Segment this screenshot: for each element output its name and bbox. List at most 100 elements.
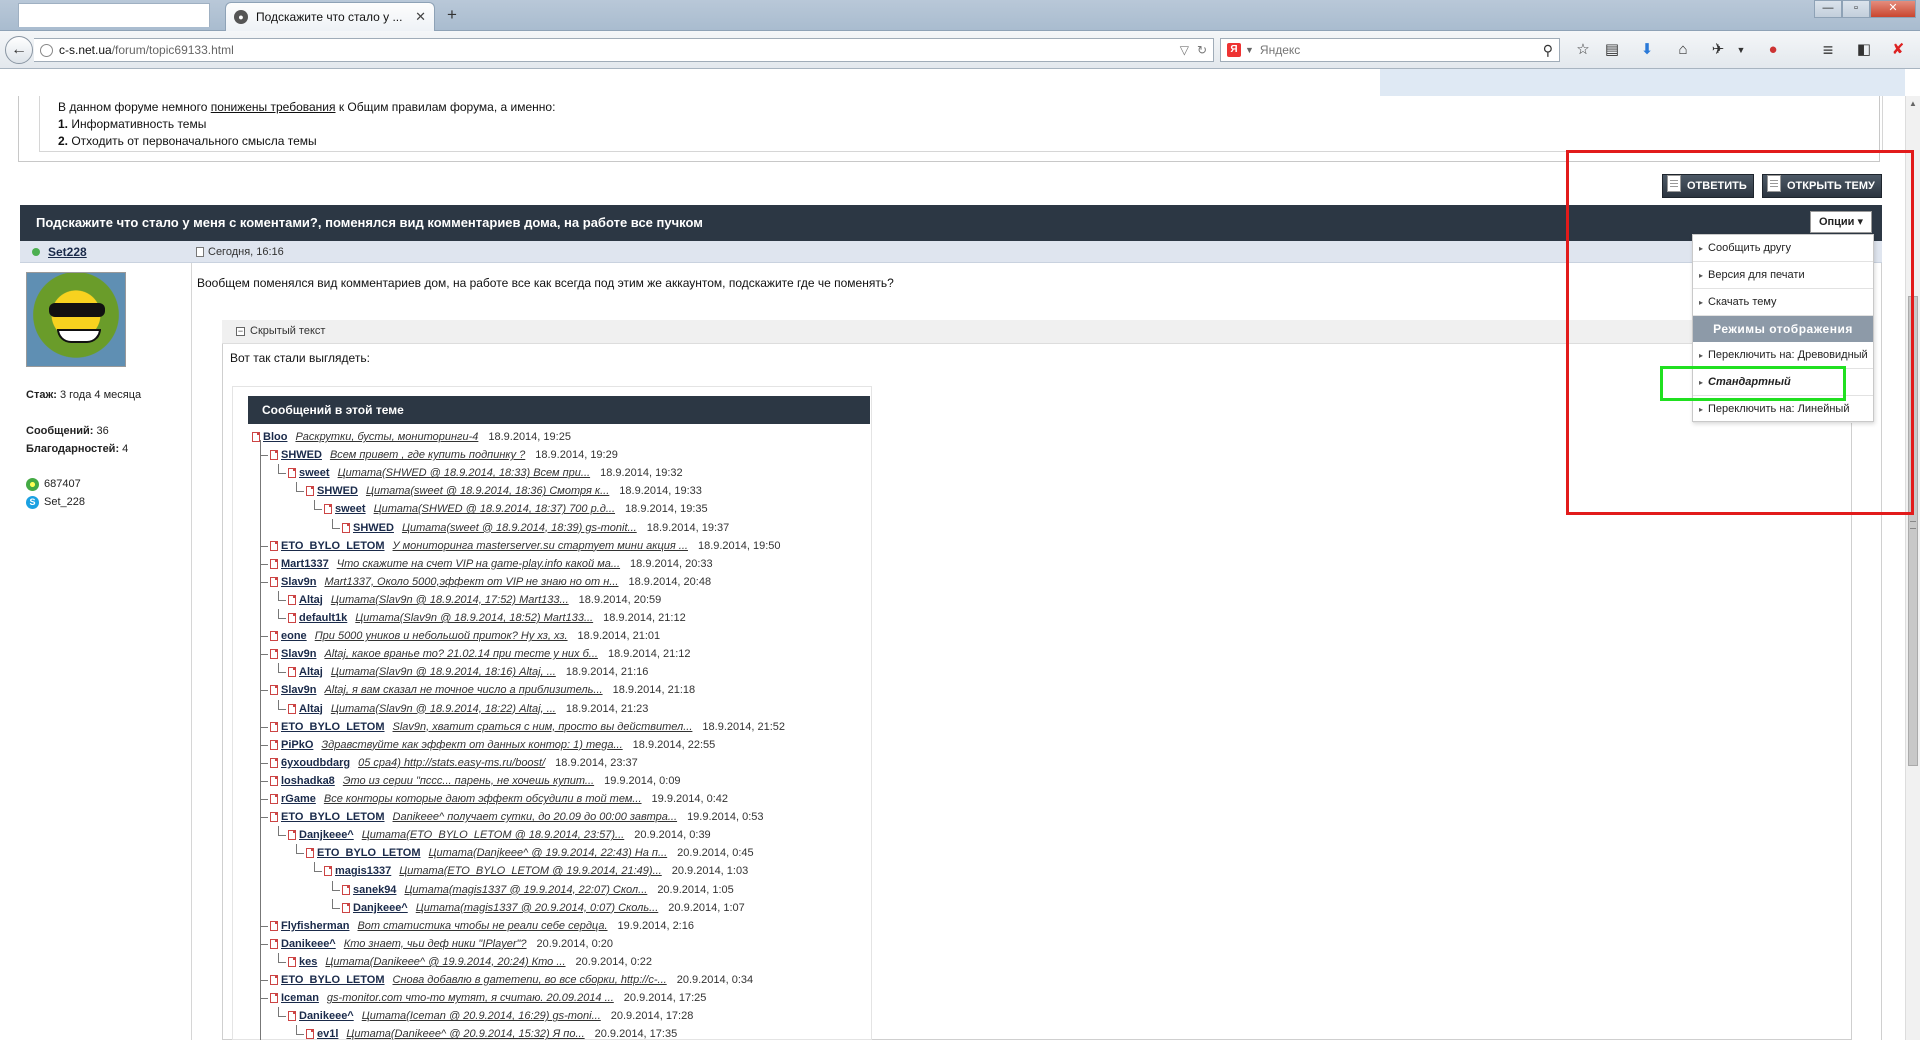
home-icon[interactable]: ⌂ [1672,39,1694,61]
tree-row-text[interactable]: Цитата(Danjkeee^ @ 19.9.2014, 22:43) На … [429,847,668,859]
tree-row-author[interactable]: ETO_BYLO_LETOM [281,974,385,986]
tree-row-text[interactable]: Цитата(SHWED @ 18.9.2014, 18:33) Всем пр… [338,467,591,479]
reading-list-icon[interactable]: ▤ [1601,39,1623,61]
post-author[interactable]: Set228 [48,245,87,259]
tree-row-text[interactable]: Цитата(magis1337 @ 20.9.2014, 0:07) Скол… [416,902,659,914]
tree-row-text[interactable]: Цитата(Slav9n @ 18.9.2014, 18:52) Mart13… [355,612,593,624]
tree-row-author[interactable]: magis1337 [335,865,391,877]
minimize-button[interactable]: — [1814,0,1842,18]
tree-row-author[interactable]: ev1l [317,1028,338,1040]
tree-row-author[interactable]: Slav9n [281,684,316,696]
scroll-up-icon[interactable]: ▲ [1909,99,1917,108]
yandex-icon[interactable]: Я [1227,43,1241,57]
tree-row-author[interactable]: SHWED [281,449,322,461]
tree-row-author[interactable]: Slav9n [281,576,316,588]
tree-row-author[interactable]: sweet [335,503,366,515]
url-history-dropdown-icon[interactable]: ▽ [1180,43,1189,57]
tree-row-text[interactable]: Цитата(Slav9n @ 18.9.2014, 17:52) Mart13… [331,594,569,606]
search-icon[interactable]: ⚲ [1543,42,1553,59]
tree-row-text[interactable]: Цитата(ETO_BYLO_LETOM @ 19.9.2014, 21:49… [399,865,661,877]
collapse-icon[interactable]: − [236,327,245,336]
tree-row-text[interactable]: Цитата(magis1337 @ 19.9.2014, 22:07) Ско… [404,884,647,896]
tree-row-text[interactable]: Цитата(ETO_BYLO_LETOM @ 18.9.2014, 23:57… [362,829,624,841]
tree-row-text[interactable]: Вот статистика чтобы не реали себе сердц… [357,920,607,932]
tree-row-text[interactable]: Раскрутки, бусты, мониторинги-4 [295,431,478,443]
tree-row-text[interactable]: Что скажите на счет VIP на game-play.inf… [337,558,620,570]
sidebar-icon[interactable]: ◧ [1853,39,1875,61]
tree-row-text[interactable]: Цитата(Slav9n @ 18.9.2014, 18:22) Altaj,… [331,703,556,715]
tree-row-author[interactable]: ETO_BYLO_LETOM [317,847,421,859]
tree-row-author[interactable]: eone [281,630,307,642]
maximize-button[interactable]: ▫ [1842,0,1870,18]
tree-row-text[interactable]: gs-monitor.com что-то мутят, я считаю. 2… [327,992,614,1004]
tree-row-author[interactable]: SHWED [317,485,358,497]
tree-row-text[interactable]: Все конторы которые дают эффект обсудили… [324,793,642,805]
tree-row-author[interactable]: SHWED [353,522,394,534]
tree-row-author[interactable]: Danikeee^ [281,938,336,950]
download-icon[interactable]: ⬇ [1636,39,1658,61]
rules-link[interactable]: понижены требования [211,100,336,114]
tree-row-author[interactable]: Altaj [299,666,323,678]
tree-row-text[interactable]: Цитата(sweet @ 18.9.2014, 18:39) gs-moni… [402,522,637,534]
menu-icon[interactable]: ≡ [1817,39,1839,61]
tree-row-author[interactable]: Altaj [299,703,323,715]
tree-row-author[interactable]: ETO_BYLO_LETOM [281,540,385,552]
tree-row-author[interactable]: Bloo [263,431,287,443]
address-bar[interactable]: c-s.net.ua /forum/topic69133.html ▽ ↻ [34,38,1214,62]
search-engine-dropdown-icon[interactable]: ▼ [1245,45,1254,55]
tree-row-author[interactable]: Flyfisherman [281,920,349,932]
tree-row-author[interactable]: ETO_BYLO_LETOM [281,721,385,733]
tree-row-author[interactable]: Danjkeee^ [353,902,408,914]
tree-row-text[interactable]: Всем привет , где купить подпинку ? [330,449,525,461]
tree-row-author[interactable]: Danikeee^ [299,1010,354,1022]
bookmark-star-icon[interactable]: ☆ [1572,39,1594,61]
tree-row-text[interactable]: Цитата(sweet @ 18.9.2014, 18:36) Смотря … [366,485,609,497]
close-window-button[interactable]: ✕ [1870,0,1916,18]
tree-row-author[interactable]: ETO_BYLO_LETOM [281,811,385,823]
tree-row-text[interactable]: Цитата(Danikeee^ @ 19.9.2014, 20:24) Кто… [325,956,565,968]
tree-row-author[interactable]: sweet [299,467,330,479]
tree-row-text[interactable]: Цитата(Iceman @ 20.9.2014, 16:29) gs-mon… [362,1010,601,1022]
back-button[interactable]: ← [5,36,33,64]
tree-row-author[interactable]: rGame [281,793,316,805]
extension-icon[interactable]: ✈ [1707,39,1729,61]
tree-row-text[interactable]: Mart1337, Около 5000,эффект от VIP не зн… [324,576,618,588]
tree-row-author[interactable]: default1k [299,612,347,624]
tree-row-author[interactable]: Danjkeee^ [299,829,354,841]
tree-row-text[interactable]: Кто знает, чьи деф ники "IPlayer"? [344,938,527,950]
tree-row-text[interactable]: Slav9n, хватит сраться с ним, просто вы … [393,721,693,733]
user-tenure: Стаж: 3 года 4 месяца [26,389,141,401]
new-tab-button[interactable]: + [441,5,463,25]
tree-row-text[interactable]: При 5000 уников и небольшой приток? Ну х… [315,630,568,642]
tab-active[interactable]: ● Подскажите что стало у ... ✕ [225,2,435,31]
tree-row-text[interactable]: Цитата(Danikeee^ @ 20.9.2014, 15:32) Я п… [346,1028,584,1040]
tab-close-icon[interactable]: ✕ [415,9,426,25]
addon-icon[interactable]: ✘ [1887,39,1909,61]
tree-row-text[interactable]: Цитата(Slav9n @ 18.9.2014, 18:16) Altaj,… [331,666,556,678]
extension-dropdown-icon[interactable]: ▼ [1730,39,1752,61]
tree-row-author[interactable]: loshadka8 [281,775,335,787]
tree-row-author[interactable]: 6yxoudbdarg [281,757,350,769]
tree-row-text[interactable]: Это из серии "пссс... парень, не хочешь … [343,775,594,787]
reload-icon[interactable]: ↻ [1197,43,1207,57]
tree-row-author[interactable]: PiPkO [281,739,313,751]
tree-row-text[interactable]: Снова добавлю в gamemenu, во все сборки,… [393,974,667,986]
tree-row-text[interactable]: У мониторинга masterserver.su стартует м… [393,540,688,552]
adblock-icon[interactable]: ● [1762,39,1784,61]
tab-blank[interactable] [18,3,210,27]
tree-row-text[interactable]: Цитата(SHWED @ 18.9.2014, 18:37) 700 р.д… [374,503,615,515]
tree-row-author[interactable]: Altaj [299,594,323,606]
tree-row-text[interactable]: Altaj, какое вранье то? 21.02.14 при тес… [324,648,597,660]
tree-row-text[interactable]: Здравствуйте как эффект от данных контор… [321,739,622,751]
tree-row: Mart1337 Что скажите на счет VIP на game-… [270,555,713,573]
tree-row-author[interactable]: kes [299,956,317,968]
tree-row-author[interactable]: Slav9n [281,648,316,660]
tree-row-text[interactable]: Altaj, я вам сказал не точное число а пр… [324,684,602,696]
search-input[interactable] [1259,43,1543,57]
search-bar[interactable]: Я ▼ ⚲ [1220,38,1560,62]
tree-row-text[interactable]: 05 cpa4) http://stats.easy-ms.ru/boost/ [358,757,545,769]
tree-row-author[interactable]: Mart1337 [281,558,329,570]
tree-row-text[interactable]: Danikeee^ получает сутки, до 20.09 до 00… [393,811,678,823]
tree-row-author[interactable]: sanek94 [353,884,396,896]
tree-row-author[interactable]: Iceman [281,992,319,1004]
